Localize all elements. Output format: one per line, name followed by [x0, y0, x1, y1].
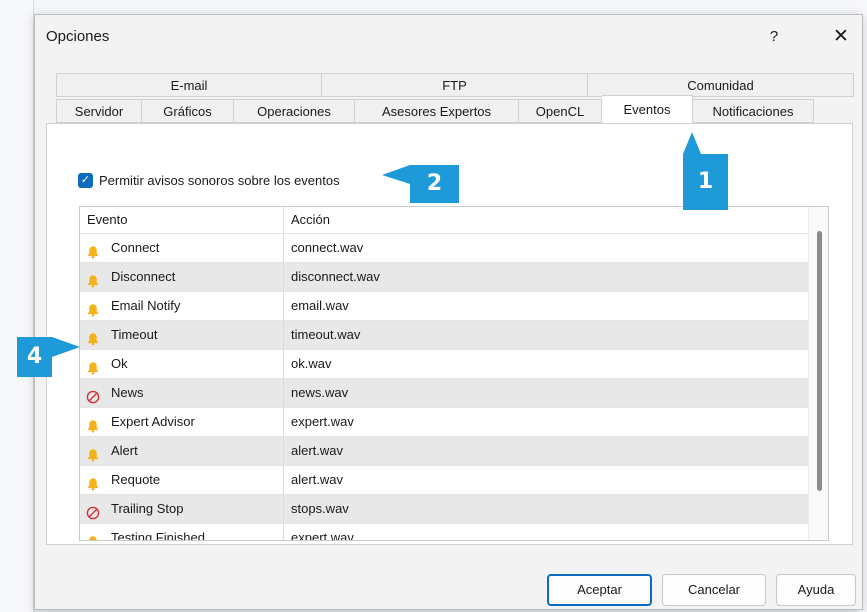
bell-icon[interactable] [86, 415, 100, 433]
action-sound-file[interactable]: news.wav [284, 379, 808, 407]
column-header-action[interactable]: Acción [284, 207, 808, 233]
sound-alerts-option[interactable]: ✓ Permitir avisos sonoros sobre los even… [78, 173, 340, 188]
event-row[interactable]: Connect connect.wav [80, 233, 808, 262]
action-sound-file[interactable]: disconnect.wav [284, 263, 808, 291]
event-row[interactable]: Testing Finished expert.wav [80, 523, 808, 541]
action-sound-file[interactable]: alert.wav [284, 437, 808, 465]
action-sound-file[interactable]: alert.wav [284, 466, 808, 494]
tab-notifications[interactable]: Notificaciones [693, 99, 814, 123]
events-list: Evento Acción Connect connect.wav Disconne… [79, 206, 829, 541]
event-cell: Expert Advisor [80, 408, 284, 436]
event-cell: Email Notify [80, 292, 284, 320]
action-sound-file[interactable]: connect.wav [284, 234, 808, 262]
event-cell: Ok [80, 350, 284, 378]
event-row[interactable]: Disconnect disconnect.wav [80, 262, 808, 291]
tab-row-front: Servidor Gráficos Operaciones Asesores E… [56, 95, 814, 123]
event-row[interactable]: Expert Advisor expert.wav [80, 407, 808, 436]
action-sound-file[interactable]: expert.wav [284, 408, 808, 436]
tab-opencl[interactable]: OpenCL [519, 99, 602, 123]
event-row[interactable]: Alert alert.wav [80, 436, 808, 465]
dialog-titlebar[interactable]: Opciones ? ✕ [35, 15, 862, 59]
event-name: Requote [111, 472, 161, 487]
tab-row-back: E-mail FTP Comunidad [56, 73, 854, 97]
event-cell: Alert [80, 437, 284, 465]
tab-ftp[interactable]: FTP [322, 73, 588, 97]
event-name: Disconnect [111, 269, 176, 284]
disabled-icon[interactable] [86, 502, 100, 520]
action-sound-file[interactable]: expert.wav [284, 524, 808, 540]
sound-alerts-checkbox[interactable]: ✓ [78, 173, 93, 188]
action-sound-file[interactable]: timeout.wav [284, 321, 808, 349]
bell-icon[interactable] [86, 328, 100, 346]
events-list-scrollbar[interactable] [808, 207, 828, 540]
events-list-body: Connect connect.wav Disconnect disconnect.w… [80, 233, 808, 541]
event-row[interactable]: Timeout timeout.wav [80, 320, 808, 349]
help-button[interactable]: Ayuda [776, 574, 856, 606]
bell-icon[interactable] [86, 299, 100, 317]
tab-email[interactable]: E-mail [56, 73, 322, 97]
bell-icon[interactable] [86, 270, 100, 288]
event-name: Email Notify [111, 298, 181, 313]
callout-badge-2: 2 [410, 165, 459, 203]
cancel-button[interactable]: Cancelar [662, 574, 766, 606]
event-cell: Disconnect [80, 263, 284, 291]
tab-events[interactable]: Eventos [602, 95, 693, 123]
bell-icon[interactable] [86, 444, 100, 462]
tab-trading[interactable]: Operaciones [234, 99, 355, 123]
event-name: Ok [111, 356, 128, 371]
bell-icon[interactable] [86, 473, 100, 491]
bell-icon[interactable] [86, 357, 100, 375]
accept-button[interactable]: Aceptar [547, 574, 652, 606]
event-row[interactable]: Requote alert.wav [80, 465, 808, 494]
event-name: Timeout [111, 327, 158, 342]
background-app-left-panel [0, 0, 34, 612]
action-sound-file[interactable]: ok.wav [284, 350, 808, 378]
dialog-title: Opciones [46, 28, 110, 45]
callout-badge-4: 4 [17, 337, 52, 377]
tab-server[interactable]: Servidor [56, 99, 142, 123]
event-name: Expert Advisor [111, 414, 195, 429]
event-row[interactable]: News news.wav [80, 378, 808, 407]
bell-icon[interactable] [86, 241, 100, 259]
tab-expert-advisors[interactable]: Asesores Expertos [355, 99, 519, 123]
event-cell: Connect [80, 234, 284, 262]
event-name: News [111, 385, 144, 400]
column-header-event[interactable]: Evento [80, 207, 284, 233]
tab-community[interactable]: Comunidad [588, 73, 854, 97]
event-name: Connect [111, 240, 160, 255]
event-cell: Trailing Stop [80, 495, 284, 523]
event-name: Testing Finished [111, 530, 205, 541]
events-list-header: Evento Acción [80, 207, 808, 233]
options-dialog: Opciones ? ✕ E-mail FTP Comunidad Servid… [34, 14, 863, 610]
event-cell: News [80, 379, 284, 407]
event-cell: Testing Finished [80, 524, 284, 541]
event-name: Trailing Stop [111, 501, 184, 516]
event-row[interactable]: Ok ok.wav [80, 349, 808, 378]
event-cell: Requote [80, 466, 284, 494]
action-sound-file[interactable]: stops.wav [284, 495, 808, 523]
callout-badge-1: 1 [683, 154, 728, 210]
event-row[interactable]: Email Notify email.wav [80, 291, 808, 320]
help-icon[interactable]: ? [760, 23, 788, 51]
bell-icon[interactable] [86, 531, 100, 540]
event-cell: Timeout [80, 321, 284, 349]
event-row[interactable]: Trailing Stop stops.wav [80, 494, 808, 523]
action-sound-file[interactable]: email.wav [284, 292, 808, 320]
tab-charts[interactable]: Gráficos [142, 99, 234, 123]
sound-alerts-label: Permitir avisos sonoros sobre los evento… [99, 173, 340, 188]
scrollbar-thumb[interactable] [817, 231, 822, 491]
event-name: Alert [111, 443, 138, 458]
disabled-icon[interactable] [86, 386, 100, 404]
close-icon[interactable]: ✕ [827, 23, 855, 51]
